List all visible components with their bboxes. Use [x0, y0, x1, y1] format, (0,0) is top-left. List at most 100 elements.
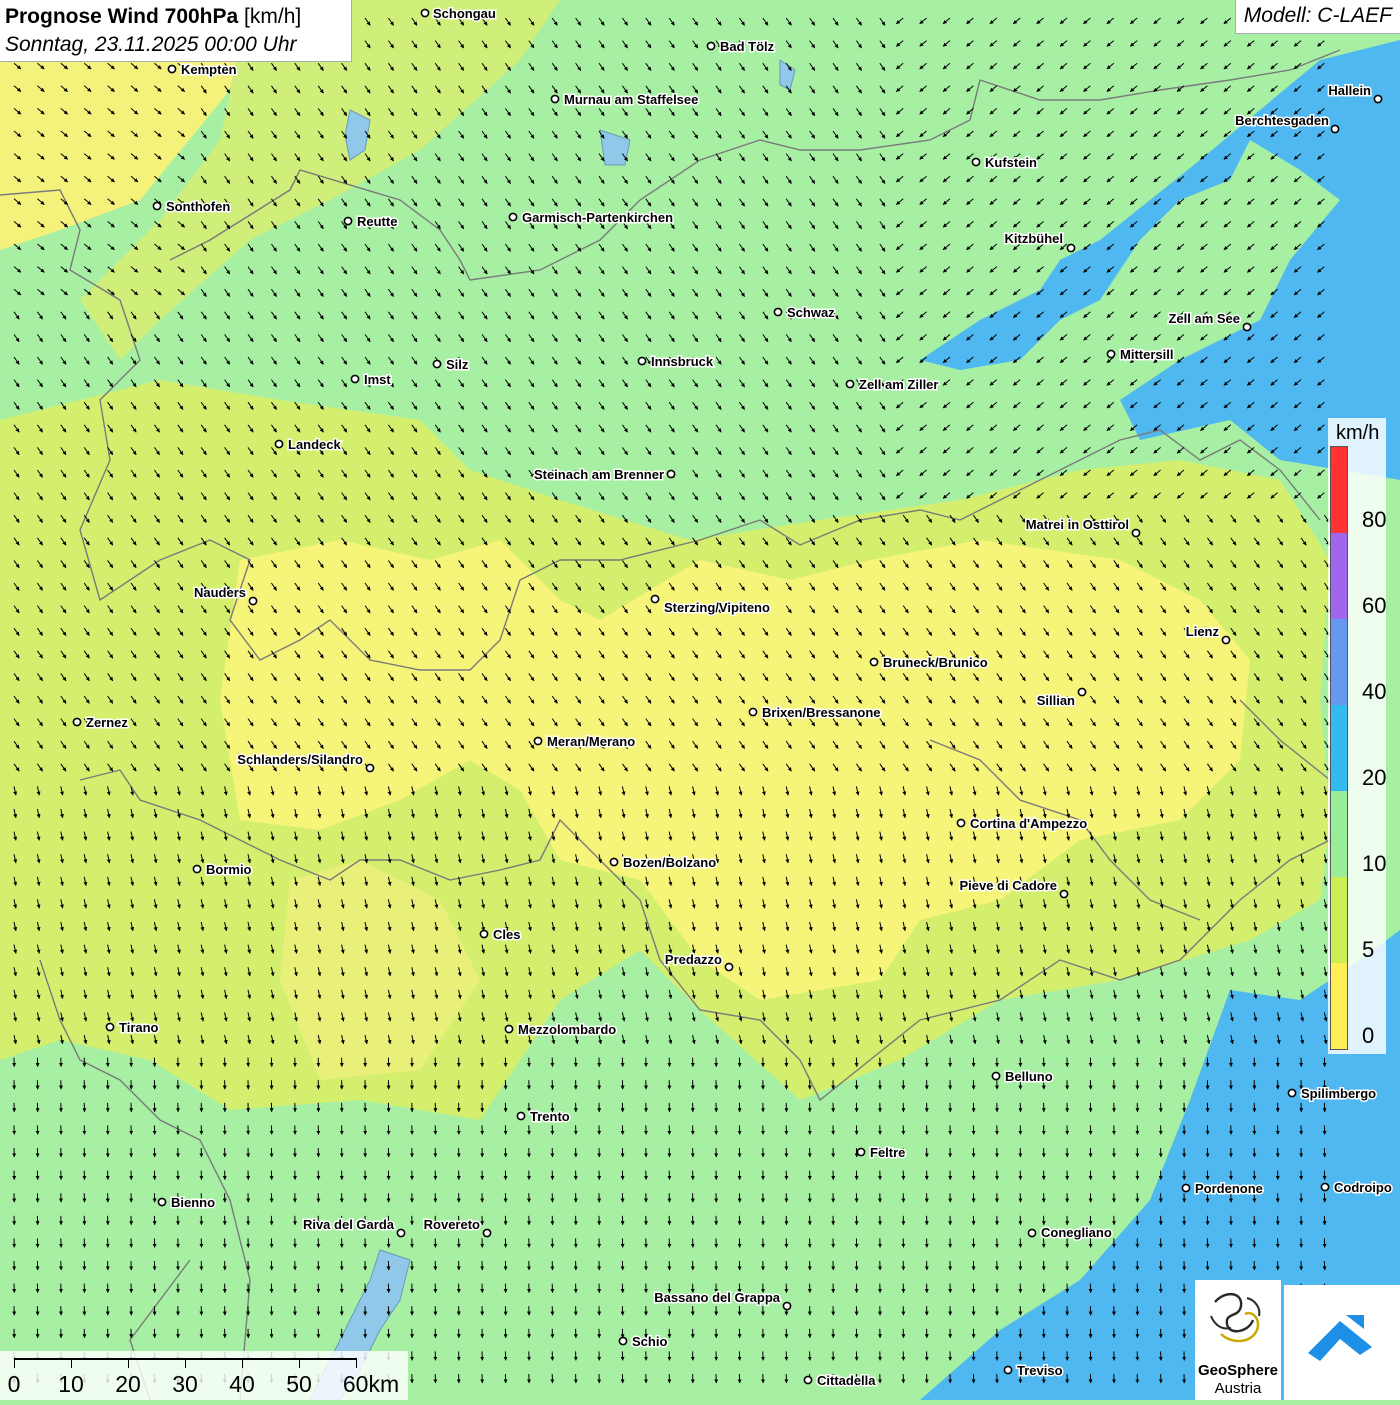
geosphere-logo[interactable]: GeoSphere Austria — [1195, 1280, 1281, 1400]
wind-map[interactable]: SchongauBad TölzKemptenMurnau am Staffel… — [0, 0, 1400, 1400]
city-label: Schlanders/Silandro — [237, 752, 363, 767]
city-label: Bienno — [171, 1195, 215, 1210]
legend-label: 5 — [1362, 937, 1374, 963]
scale-label: 60km — [343, 1371, 399, 1398]
city-label: Rovereto — [424, 1217, 480, 1232]
city-label: Trento — [530, 1109, 570, 1124]
city-marker: Steinach am Brenner — [534, 467, 675, 482]
city-label: Bruneck/Brunico — [883, 655, 988, 670]
city-label: Reutte — [357, 214, 397, 229]
city-label: Tirano — [119, 1020, 159, 1035]
org-name-line1: GeoSphere — [1195, 1362, 1281, 1379]
city-label: Pordenone — [1195, 1181, 1263, 1196]
city-dot — [1222, 636, 1229, 643]
city-label: Bozen/Bolzano — [623, 855, 716, 870]
city-marker: Brixen/Bressanone — [749, 705, 880, 720]
legend-label: 0 — [1362, 1023, 1374, 1049]
city-dot — [725, 963, 732, 970]
city-dot — [421, 9, 428, 16]
scale-label: 50 — [286, 1371, 312, 1398]
city-dot — [509, 213, 516, 220]
city-label: Murnau am Staffelsee — [564, 92, 698, 107]
legend-label: 20 — [1362, 765, 1386, 791]
city-marker: Garmisch-Partenkirchen — [509, 210, 673, 225]
scale-bar: 0 10 20 30 40 50 60km — [0, 1351, 408, 1400]
city-dot — [193, 865, 200, 872]
map-title: Prognose Wind 700hPa [km/h] — [5, 3, 351, 31]
city-dot — [153, 202, 160, 209]
city-dot — [619, 1337, 626, 1344]
city-dot — [774, 308, 781, 315]
scale-label: 10 — [58, 1371, 84, 1398]
city-dot — [73, 718, 80, 725]
city-label: Conegliano — [1041, 1225, 1112, 1240]
city-dot — [857, 1148, 864, 1155]
city-dot — [483, 1229, 490, 1236]
city-dot — [957, 819, 964, 826]
city-dot — [275, 440, 282, 447]
city-dot — [1028, 1229, 1035, 1236]
city-label: Meran/Merano — [547, 734, 635, 749]
city-dot — [1182, 1184, 1189, 1191]
city-label: Lienz — [1186, 624, 1220, 639]
city-dot — [1004, 1366, 1011, 1373]
legend-segment-0 — [1331, 963, 1347, 1049]
legend-label: 60 — [1362, 593, 1386, 619]
city-marker: Pordenone — [1182, 1181, 1263, 1196]
city-label: Hallein — [1328, 83, 1371, 98]
title-text: Prognose Wind 700hPa — [5, 5, 238, 28]
city-label: Nauders — [194, 585, 246, 600]
city-dot — [992, 1072, 999, 1079]
city-label: Zernez — [86, 715, 128, 730]
city-marker: Bozen/Bolzano — [610, 855, 716, 870]
legend-label: 40 — [1362, 679, 1386, 705]
city-marker: Conegliano — [1028, 1225, 1111, 1240]
legend-bar — [1330, 446, 1348, 1050]
city-label: Schongau — [433, 6, 496, 21]
city-dot — [1078, 688, 1085, 695]
city-dot — [783, 1302, 790, 1309]
scale-label: 40 — [229, 1371, 255, 1398]
city-dot — [366, 764, 373, 771]
city-label: Cittadella — [817, 1373, 876, 1388]
city-dot — [1107, 350, 1114, 357]
city-label: Riva del Garda — [303, 1217, 395, 1232]
city-dot — [1331, 125, 1338, 132]
city-label: Berchtesgaden — [1235, 113, 1329, 128]
scale-tick — [128, 1358, 129, 1368]
city-marker: Murnau am Staffelsee — [551, 92, 698, 107]
color-legend: km/h 80 60 40 20 10 5 0 — [1328, 418, 1386, 1054]
legend-label: 10 — [1362, 851, 1386, 877]
city-dot — [480, 930, 487, 937]
legend-segment-60 — [1331, 533, 1347, 619]
city-marker: Bruneck/Brunico — [870, 655, 987, 670]
city-marker: Meran/Merano — [534, 734, 635, 749]
geosphere-swirl-icon — [1195, 1280, 1281, 1360]
city-label: Bad Tölz — [720, 39, 775, 54]
city-label: Codroipo — [1334, 1180, 1392, 1195]
city-dot — [870, 658, 877, 665]
legend-segment-40 — [1331, 619, 1347, 705]
city-label: Kitzbühel — [1005, 231, 1064, 246]
city-dot — [638, 357, 645, 364]
scale-tick — [185, 1358, 186, 1368]
city-dot — [1060, 890, 1067, 897]
scale-label: 0 — [8, 1371, 21, 1398]
city-label: Treviso — [1017, 1363, 1063, 1378]
city-label: Schio — [632, 1334, 667, 1349]
city-dot — [846, 380, 853, 387]
city-marker: Schongau — [421, 6, 495, 21]
app-logo[interactable] — [1284, 1285, 1400, 1400]
city-dot — [397, 1229, 404, 1236]
city-label: Cles — [493, 927, 520, 942]
city-dot — [804, 1376, 811, 1383]
city-dot — [651, 595, 658, 602]
city-marker: Mezzolombardo — [505, 1022, 616, 1037]
org-name-line2: Austria — [1195, 1380, 1281, 1397]
city-dot — [505, 1025, 512, 1032]
city-dot — [1243, 323, 1250, 330]
title-panel: Prognose Wind 700hPa [km/h] Sonntag, 23.… — [0, 0, 352, 62]
scale-tick — [71, 1358, 72, 1368]
scale-label: 30 — [172, 1371, 198, 1398]
city-label: Steinach am Brenner — [534, 467, 664, 482]
